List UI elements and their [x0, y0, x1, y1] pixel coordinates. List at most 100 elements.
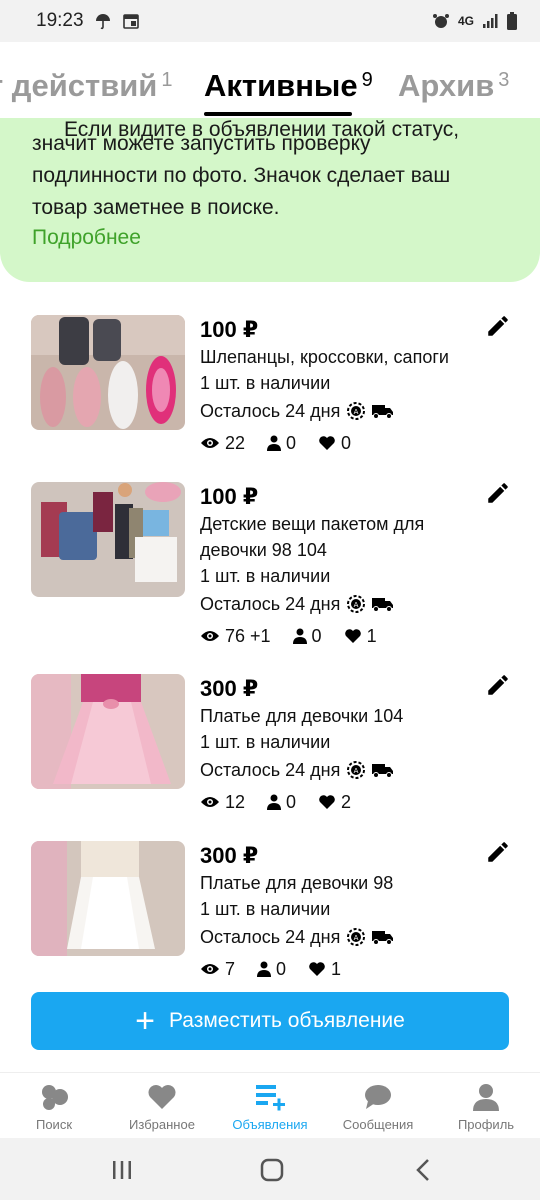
nav-label: Избранное: [129, 1117, 195, 1132]
umbrella-icon: [95, 14, 110, 30]
listings-icon: [256, 1085, 285, 1111]
heart-icon: [319, 436, 335, 450]
tab-label: т действий: [0, 68, 158, 103]
recent-apps-icon[interactable]: [108, 1156, 136, 1184]
listing-photo[interactable]: [31, 315, 185, 430]
status-bar: 19:23 4G: [0, 0, 540, 42]
views-count: 7: [225, 959, 236, 979]
tab-count: 3: [498, 69, 510, 91]
listing-item[interactable]: 100 ₽ Шлепанцы, кроссовки, сапоги 1 шт. …: [31, 315, 511, 465]
person-icon: [473, 1084, 499, 1111]
likes-count: 2: [341, 792, 352, 812]
banner-more-link[interactable]: Подробнее: [32, 226, 141, 250]
person-icon: [267, 794, 282, 810]
svg-text:A: A: [354, 767, 359, 775]
listing-stock: 1 шт. в наличии: [200, 899, 331, 919]
listing-price: 100 ₽: [200, 317, 259, 342]
listing-stock: 1 шт. в наличии: [200, 732, 331, 752]
svg-text:A: A: [354, 601, 359, 609]
nav-search[interactable]: Поиск: [0, 1073, 108, 1138]
nav-label: Сообщения: [342, 1117, 414, 1132]
authenticity-badge-icon: A: [347, 402, 366, 420]
tab-bar: т действий 1 Активные 9 Архив 3: [0, 42, 540, 118]
listing-title: девочки 98 104: [200, 540, 327, 560]
chat-bubble-icon: [365, 1085, 391, 1109]
views-count: 22: [225, 433, 246, 453]
listing-stock: 1 шт. в наличии: [200, 373, 331, 393]
likes-count: 1: [366, 626, 377, 646]
delivery-truck-icon: [372, 598, 394, 612]
network-type: 4G: [457, 14, 474, 28]
eye-icon: [201, 631, 219, 641]
heart-icon: [344, 629, 361, 643]
banner-partial-line: Если видите в объявлении такой статус,: [64, 118, 460, 141]
nav-label: Профиль: [457, 1117, 515, 1132]
system-navigation-bar: [0, 1138, 540, 1200]
listing-info: 100 ₽ Детские вещи пакетом для девочки 9…: [200, 482, 511, 651]
search-circles-icon: [42, 1085, 68, 1110]
svg-text:A: A: [354, 408, 359, 416]
listing-title: Платье для девочки 104: [200, 706, 404, 726]
edit-pencil-icon[interactable]: [485, 480, 511, 506]
listing-price: 300 ₽: [200, 843, 259, 868]
listing-item[interactable]: 300 ₽ Платье для девочки 104 1 шт. в нал…: [31, 674, 511, 824]
contacts-count: 0: [276, 959, 287, 979]
edit-pencil-icon[interactable]: [485, 839, 511, 865]
contacts-count: 0: [286, 792, 297, 812]
listing-item[interactable]: 100 ₽ Детские вещи пакетом для девочки 9…: [31, 480, 511, 646]
heart-icon: [309, 962, 325, 976]
nav-label: Поиск: [35, 1117, 73, 1132]
listing-days-left: Осталось 24 дня: [200, 401, 341, 421]
listing-photo[interactable]: [31, 482, 185, 597]
listing-days-left: Осталось 24 дня: [200, 927, 341, 947]
contacts-count: 0: [311, 626, 322, 646]
contacts-count: 0: [286, 433, 297, 453]
listing-stats: 76 +1 0 1: [200, 621, 511, 651]
eye-icon: [201, 964, 219, 974]
eye-icon: [201, 797, 219, 807]
nav-listings[interactable]: Объявления: [216, 1073, 324, 1138]
listing-days-left-row: Осталось 24 дня A: [200, 922, 511, 952]
authenticity-badge-icon: A: [347, 761, 366, 779]
heart-icon: [319, 795, 335, 809]
nav-profile[interactable]: Профиль: [432, 1073, 540, 1138]
listing-days-left: Осталось 24 дня: [200, 760, 341, 780]
listing-photo[interactable]: [31, 841, 185, 956]
back-icon[interactable]: [410, 1156, 438, 1184]
nav-messages[interactable]: Сообщения: [324, 1073, 432, 1138]
banner-line: подлинности по фото. Значок сделает ваш: [32, 164, 451, 187]
views-count: 12: [225, 792, 246, 812]
nav-favorites[interactable]: Избранное: [108, 1073, 216, 1138]
edit-pencil-icon[interactable]: [485, 672, 511, 698]
listing-days-left-row: Осталось 24 дня A: [200, 396, 511, 426]
listing-photo[interactable]: [31, 674, 185, 789]
listing-title: Шлепанцы, кроссовки, сапоги: [200, 347, 449, 367]
tab-label: Архив: [398, 68, 495, 103]
listing-info: 300 ₽ Платье для девочки 98 1 шт. в нали…: [200, 841, 511, 984]
person-icon: [257, 961, 272, 977]
svg-text:A: A: [354, 934, 359, 942]
nav-label: Объявления: [232, 1117, 308, 1132]
edit-pencil-icon[interactable]: [485, 313, 511, 339]
signal-icon: [483, 14, 498, 28]
calendar-icon: [122, 14, 139, 29]
listing-info: 100 ₽ Шлепанцы, кроссовки, сапоги 1 шт. …: [200, 315, 511, 458]
listing-item[interactable]: 300 ₽ Платье для девочки 98 1 шт. в нали…: [31, 841, 511, 991]
home-icon[interactable]: [258, 1156, 286, 1184]
authenticity-badge-icon: A: [347, 928, 366, 946]
post-listing-label: Разместить объявление: [168, 1009, 405, 1032]
plus-icon: +: [135, 1002, 155, 1040]
person-icon: [267, 435, 282, 451]
tab-awaiting-action[interactable]: т действий 1: [0, 68, 173, 104]
bottom-navigation: Поиск Избранное Объявления Сообщения Про…: [0, 1072, 540, 1138]
likes-count: 0: [341, 433, 352, 453]
tab-active[interactable]: Активные 9: [204, 68, 373, 104]
delivery-truck-icon: [372, 764, 394, 778]
tab-count: 9: [361, 69, 373, 91]
listing-title: Платье для девочки 98: [200, 873, 394, 893]
listing-stock: 1 шт. в наличии: [200, 566, 331, 586]
post-listing-button[interactable]: + Разместить объявление: [31, 992, 509, 1050]
authenticity-badge-icon: A: [347, 595, 366, 613]
tab-archive[interactable]: Архив 3: [398, 68, 509, 104]
person-icon: [292, 628, 307, 644]
